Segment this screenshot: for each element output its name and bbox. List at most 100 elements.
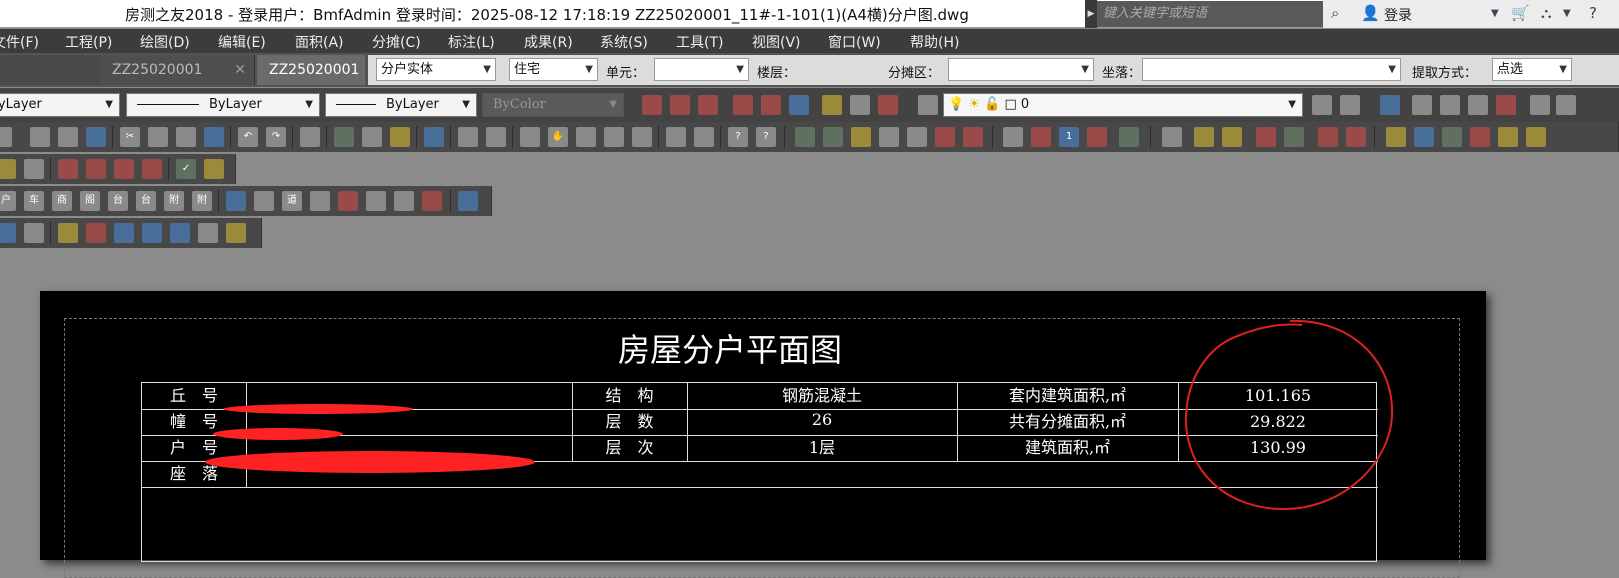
room-type-rooftop-icon[interactable] [366, 191, 386, 211]
district-select[interactable]: ▼ [948, 58, 1094, 81]
copy-icon[interactable] [148, 127, 168, 147]
network-dropdown-icon[interactable]: ▼ [1563, 8, 1571, 19]
undo-icon[interactable]: ↶ [238, 127, 258, 147]
menu-window[interactable]: 窗口(W) [828, 32, 881, 52]
help-icon[interactable]: ? [1589, 4, 1597, 22]
annot-tool-7-icon[interactable] [170, 223, 190, 243]
print-icon[interactable] [30, 127, 50, 147]
survey-tool-17-icon[interactable] [1284, 127, 1304, 147]
annot-tool-4-icon[interactable] [86, 223, 106, 243]
redo-icon[interactable]: ↷ [266, 127, 286, 147]
survey-tool-22-icon[interactable] [1442, 127, 1462, 147]
survey-tool-20-icon[interactable] [1386, 127, 1406, 147]
room-type-shop-icon[interactable]: 商 [52, 191, 72, 211]
extra-tool-icon[interactable] [1556, 95, 1576, 115]
drawing-sheet[interactable]: 房屋分户平面图 丘 号 结 构 钢筋混凝土 套内建筑面积,㎡ 101.165 幢… [40, 291, 1486, 578]
zoom-previous-icon[interactable] [632, 127, 652, 147]
brush-icon[interactable] [424, 127, 444, 147]
expand-arrow-icon[interactable]: ▶ [1085, 0, 1097, 28]
lineweight-select[interactable]: ByLayer ▼ [325, 93, 477, 117]
usage-select[interactable]: 住宅 ▼ [509, 58, 598, 81]
survey-tool-12-icon[interactable] [1119, 127, 1139, 147]
room-type-attic-icon[interactable]: 阁 [80, 191, 100, 211]
layer-previous-icon[interactable] [1340, 95, 1360, 115]
layer-match-icon[interactable] [1312, 95, 1332, 115]
area-tool-3-icon[interactable] [58, 159, 78, 179]
area-tool-6-icon[interactable] [142, 159, 162, 179]
menu-annotate[interactable]: 标注(L) [448, 32, 495, 52]
menu-system[interactable]: 系统(S) [600, 32, 648, 52]
room-tool-16-icon[interactable] [422, 191, 442, 211]
copy-icon[interactable] [1440, 95, 1460, 115]
room-tool-17-icon[interactable] [458, 191, 478, 211]
survey-tool-5-icon[interactable] [907, 127, 927, 147]
menu-file[interactable]: 文件(F) [0, 32, 39, 52]
linetype-select[interactable]: ByLayer ▼ [126, 93, 320, 117]
annot-tool-8-icon[interactable] [198, 223, 218, 243]
survey-tool-15-icon[interactable] [1222, 127, 1242, 147]
layer-tool-5-icon[interactable] [761, 95, 781, 115]
room-type-attached-2-icon[interactable]: 附 [192, 191, 212, 211]
menu-view[interactable]: 视图(V) [752, 32, 801, 52]
zoom-window-icon[interactable] [604, 127, 624, 147]
survey-tool-23-icon[interactable] [1470, 127, 1490, 147]
zoom-realtime-icon[interactable] [576, 127, 596, 147]
search-input[interactable]: 键入关键字或短语 [1097, 1, 1323, 27]
design-center-icon[interactable] [694, 127, 714, 147]
zoom-icon[interactable] [1380, 95, 1400, 115]
survey-tool-13-icon[interactable] [1162, 127, 1182, 147]
survey-tool-2-icon[interactable] [823, 127, 843, 147]
whats-this-icon[interactable]: ? [756, 127, 776, 147]
paste-icon[interactable] [1468, 95, 1488, 115]
dimension-icon[interactable] [390, 127, 410, 147]
room-type-garage-icon[interactable]: 车 [24, 191, 44, 211]
menu-apportion[interactable]: 分摊(C) [372, 32, 421, 52]
print-preview-icon[interactable] [58, 127, 78, 147]
annot-tool-3-icon[interactable] [58, 223, 78, 243]
publish-icon[interactable] [300, 127, 320, 147]
snap-icon[interactable] [334, 127, 354, 147]
area-tool-4-icon[interactable] [86, 159, 106, 179]
room-type-household-icon[interactable]: 户 [0, 191, 16, 211]
menu-results[interactable]: 成果(R) [524, 32, 573, 52]
survey-tool-19-icon[interactable] [1346, 127, 1366, 147]
area-tool-2-icon[interactable] [24, 159, 44, 179]
block-icon[interactable] [458, 127, 478, 147]
annot-tool-9-icon[interactable] [226, 223, 246, 243]
survey-tool-3-icon[interactable] [851, 127, 871, 147]
survey-tool-11-icon[interactable] [1087, 127, 1107, 147]
survey-tool-14-icon[interactable] [1194, 127, 1214, 147]
menu-tools[interactable]: 工具(T) [676, 32, 723, 52]
binoculars-icon[interactable]: ⌕ [1331, 4, 1339, 22]
menu-edit[interactable]: 编辑(E) [218, 32, 266, 52]
survey-tool-10-icon[interactable]: 1 [1059, 127, 1079, 147]
room-type-public-icon[interactable] [310, 191, 330, 211]
menu-draw[interactable]: 绘图(D) [140, 32, 190, 52]
survey-tool-16-icon[interactable] [1256, 127, 1276, 147]
login-button[interactable]: 登录 [1384, 5, 1412, 25]
survey-tool-21-icon[interactable] [1414, 127, 1434, 147]
find-icon[interactable] [86, 127, 106, 147]
area-tool-5-icon[interactable] [114, 159, 134, 179]
image-icon[interactable] [789, 95, 809, 115]
unit-select[interactable]: ▼ [654, 58, 749, 81]
room-tool-9-icon[interactable] [226, 191, 246, 211]
layer-tool-7-icon[interactable] [822, 95, 842, 115]
help-icon[interactable]: ? [728, 127, 748, 147]
cut-icon[interactable]: ✂ [120, 127, 140, 147]
layer-tool-4-icon[interactable] [733, 95, 753, 115]
survey-tool-4-icon[interactable] [879, 127, 899, 147]
tab-document-2-active[interactable]: ZZ25020001 [257, 55, 365, 85]
xref-icon[interactable] [486, 127, 506, 147]
annot-tool-1-icon[interactable] [0, 223, 16, 243]
match-icon[interactable] [204, 127, 224, 147]
layer-tool-2-icon[interactable] [670, 95, 690, 115]
hand-pan-icon[interactable]: ✋ [548, 127, 568, 147]
current-layer-select[interactable]: 💡 ☀ 🔓 □ 0 ▼ [943, 93, 1303, 117]
annot-tool-6-icon[interactable] [142, 223, 162, 243]
room-type-attached-icon[interactable]: 附 [164, 191, 184, 211]
tab-document-1[interactable]: ZZ25020001 ✕ [100, 55, 255, 85]
method-select[interactable]: 点选 ▼ [1492, 58, 1572, 81]
properties-icon[interactable] [666, 127, 686, 147]
room-type-public-2-icon[interactable] [338, 191, 358, 211]
